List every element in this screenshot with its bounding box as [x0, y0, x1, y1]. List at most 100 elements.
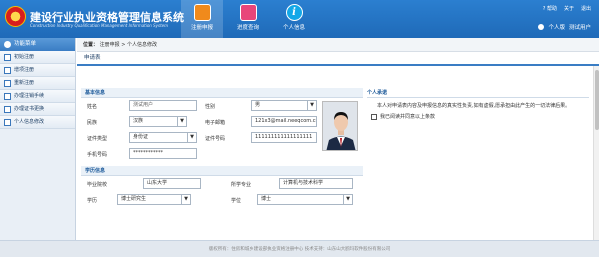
- chevron-down-icon: ▼: [177, 117, 186, 126]
- sidebar-header: 功能菜单: [0, 38, 75, 51]
- breadcrumb-sep: >: [119, 42, 127, 48]
- breadcrumb-item[interactable]: 注册申报: [100, 42, 120, 48]
- help-label: 帮助: [546, 6, 557, 12]
- id-type-value: 身份证: [133, 134, 149, 140]
- main-content: 位置： 注册申报 > 个人信息修改 申请表 基本信息 姓名 测试用户 性别 男 ▼…: [77, 38, 599, 248]
- footer: 版权所有：住房和城乡建设部执业资格注册中心 技术支持：山东山大鸥玛软件股份有限公…: [0, 240, 599, 257]
- degree-value: 博士研究生: [121, 196, 147, 202]
- sidebar-item-label: 办理证书更换: [14, 106, 45, 112]
- checkbox-box[interactable]: [371, 113, 377, 120]
- sub-tabs: 申请表: [77, 52, 599, 66]
- section-education-info: 学历信息: [81, 166, 363, 176]
- sidebar-item-add-register[interactable]: 增项注册: [0, 64, 75, 77]
- promise-text: 本人对申请表内容及申报信息的真实性负责,如有虚假,愿承担由此产生的一切法律后果。: [377, 103, 571, 109]
- header-links: ? 帮助 关于 退出: [543, 5, 591, 12]
- document-icon: [4, 106, 11, 113]
- sidebar: 功能菜单 初始注册 增项注册 重新注册 办理注销手续 办理证书更换 个人信息修改: [0, 38, 76, 248]
- form-row: 手机号码 ************: [81, 146, 363, 162]
- top-nav: 注册申报 进度查询 i 个人信息: [181, 0, 319, 38]
- academic-degree-select[interactable]: 博士 ▼: [257, 194, 353, 205]
- form-row: 证件类型 身份证 ▼ 证件号码 111111111111111111: [81, 130, 363, 146]
- exit-link[interactable]: 退出: [581, 5, 591, 12]
- info-icon: i: [285, 4, 303, 21]
- academic-degree-label: 学位: [231, 198, 242, 204]
- edit-icon: [4, 80, 11, 87]
- user-version: 个人版: [548, 25, 565, 31]
- sidebar-title: 功能菜单: [14, 41, 37, 47]
- chevron-down-icon: ▼: [187, 133, 196, 142]
- chevron-down-icon: ▼: [343, 195, 352, 204]
- breadcrumb-prefix: 位置：: [83, 42, 99, 48]
- section-basic-info: 基本信息: [81, 88, 363, 98]
- portrait-image: [323, 102, 357, 150]
- form-row: 毕业院校 山东大学 所学专业 计算机与技术科学: [81, 176, 363, 192]
- school-label: 毕业院校: [87, 182, 108, 188]
- form-row: 姓名 测试用户 性别 男 ▼: [81, 98, 363, 114]
- sidebar-item-re-register[interactable]: 重新注册: [0, 77, 75, 90]
- scrollbar-thumb[interactable]: [595, 70, 599, 130]
- menu-icon: [4, 41, 11, 48]
- promise-title: 个人承诺: [367, 88, 589, 98]
- tab-label: 进度查询: [236, 25, 259, 31]
- national-emblem-logo: [5, 6, 26, 27]
- sidebar-item-label: 重新注册: [14, 80, 35, 86]
- id-number-input[interactable]: 111111111111111111: [251, 132, 317, 143]
- degree-select[interactable]: 博士研究生 ▼: [117, 194, 191, 205]
- id-number-label: 证件号码: [205, 136, 226, 142]
- gender-select[interactable]: 男 ▼: [251, 100, 317, 111]
- name-input[interactable]: 测试用户: [129, 100, 197, 111]
- major-input[interactable]: 计算机与技术科学: [279, 178, 353, 189]
- user-name: 测试用户: [568, 25, 591, 31]
- help-link[interactable]: ? 帮助: [543, 5, 557, 12]
- email-input[interactable]: 121x3@mail.neeqcom.cn: [251, 116, 317, 127]
- tab-application-form[interactable]: 申请表: [81, 52, 104, 64]
- about-link[interactable]: 关于: [564, 5, 574, 12]
- document-icon: [4, 119, 11, 126]
- gender-value: 男: [255, 102, 261, 108]
- document-icon: [4, 67, 11, 74]
- system-title-english: Construction Industry Qualification Mana…: [30, 23, 169, 28]
- phone-label: 手机号码: [87, 152, 108, 158]
- app-window: 建设行业执业资格管理信息系统 Construction Industry Qua…: [0, 0, 599, 257]
- sidebar-item-info-modify[interactable]: 个人信息修改: [0, 116, 75, 129]
- sidebar-item-cancel[interactable]: 办理注销手续: [0, 90, 75, 103]
- sidebar-item-label: 个人信息修改: [14, 119, 45, 125]
- agree-label: 我已阅读并同意以上条款: [380, 114, 436, 120]
- gender-label: 性别: [205, 104, 216, 110]
- person-photo: [322, 101, 358, 151]
- id-type-label: 证件类型: [87, 136, 108, 142]
- phone-input[interactable]: ************: [129, 148, 197, 159]
- major-label: 所学专业: [231, 182, 252, 188]
- personal-promise: 个人承诺 本人对申请表内容及申报信息的真实性负责,如有虚假,愿承担由此产生的一切…: [367, 88, 589, 168]
- vertical-scrollbar[interactable]: [593, 66, 599, 248]
- top-header: 建设行业执业资格管理信息系统 Construction Industry Qua…: [0, 0, 599, 38]
- breadcrumb: 位置： 注册申报 > 个人信息修改: [77, 38, 599, 52]
- sidebar-item-label: 办理注销手续: [14, 93, 45, 99]
- application-form: 基本信息 姓名 测试用户 性别 男 ▼ 民族 汉族 ▼ 电子邮箱 121x3@mai…: [81, 88, 363, 248]
- chevron-down-icon: ▼: [181, 195, 190, 204]
- sidebar-item-initial-register[interactable]: 初始注册: [0, 51, 75, 64]
- sidebar-item-cert-replace[interactable]: 办理证书更换: [0, 103, 75, 116]
- document-icon: [4, 54, 11, 61]
- email-label: 电子邮箱: [205, 120, 226, 126]
- school-input[interactable]: 山东大学: [143, 178, 201, 189]
- id-type-select[interactable]: 身份证 ▼: [129, 132, 197, 143]
- tab-personal-info[interactable]: i 个人信息: [273, 0, 315, 38]
- ethnic-select[interactable]: 汉族 ▼: [129, 116, 187, 127]
- tab-label: 个人信息: [282, 25, 305, 31]
- name-label: 姓名: [87, 104, 98, 110]
- document-icon: [4, 93, 11, 100]
- tab-progress-query[interactable]: 进度查询: [227, 0, 269, 38]
- user-info: 个人版 测试用户: [538, 23, 591, 31]
- form-row: 民族 汉族 ▼ 电子邮箱 121x3@mail.neeqcom.cn: [81, 114, 363, 130]
- breadcrumb-item: 个人信息修改: [127, 42, 158, 48]
- form-icon: [193, 4, 211, 21]
- user-icon: [538, 24, 545, 30]
- academic-degree-value: 博士: [261, 196, 272, 202]
- degree-label: 学历: [87, 198, 98, 204]
- form-row: 学历 博士研究生 ▼ 学位 博士 ▼: [81, 192, 363, 208]
- ethnic-value: 汉族: [133, 118, 144, 124]
- tab-register-apply[interactable]: 注册申报: [181, 0, 223, 38]
- agree-checkbox[interactable]: 我已阅读并同意以上条款: [367, 113, 589, 120]
- sidebar-item-label: 初始注册: [14, 54, 35, 60]
